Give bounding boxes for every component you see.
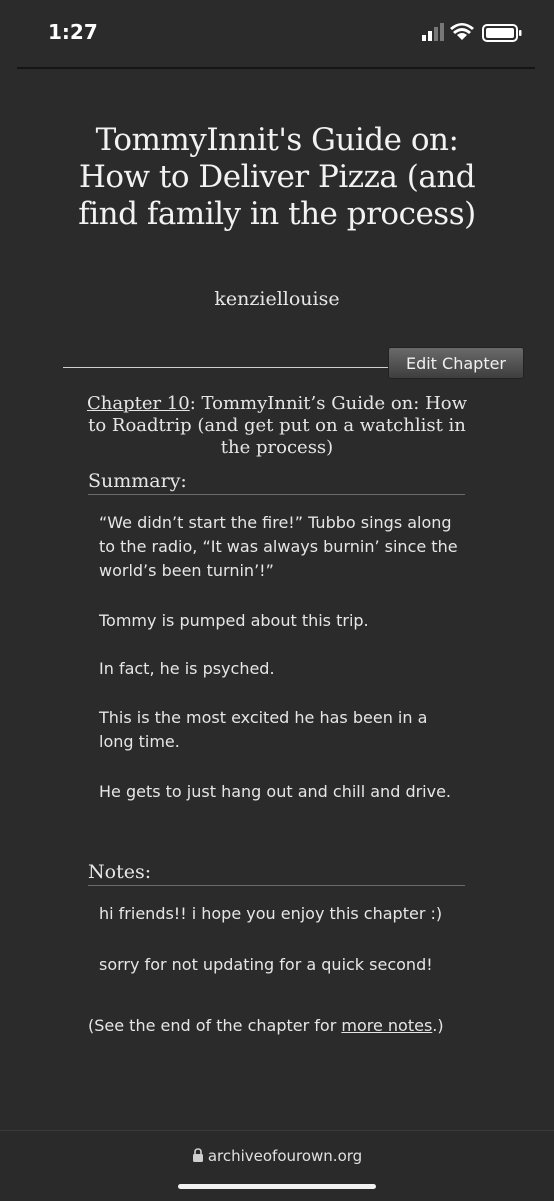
summary-paragraph: In fact, he is psyched.: [99, 659, 275, 678]
summary-paragraph: “We didn’t start the fire!” Tubbo sings …: [99, 513, 458, 580]
browser-address-bar[interactable]: [0, 1130, 554, 1201]
battery-icon: [482, 24, 522, 42]
url-text: archiveofourown.org: [207, 1147, 363, 1165]
lock-icon: [192, 1148, 203, 1162]
wifi-icon: [450, 23, 474, 40]
summary-heading: Summary:: [88, 470, 465, 495]
end-notes-suffix: .): [432, 1016, 444, 1035]
notes-line: hi friends!! i hope you enjoy this chapt…: [99, 904, 443, 923]
chapter-title: Chapter 10: TommyInnit’s Guide on: How t…: [82, 393, 472, 459]
url-display[interactable]: archiveofourown.org: [0, 1147, 554, 1165]
notes-line: sorry for not updating for a quick secon…: [99, 955, 433, 974]
notes-heading: Notes:: [88, 861, 465, 886]
summary-paragraph: Tommy is pumped about this trip.: [99, 611, 369, 630]
end-notes-prefix: (See the end of the chapter for: [88, 1016, 342, 1035]
signal-icon: [422, 23, 444, 41]
work-title: TommyInnit's Guide on: How to Deliver Pi…: [78, 122, 476, 232]
status-time: 1:27: [48, 20, 98, 44]
chapter-number-link[interactable]: Chapter 10: [87, 393, 190, 414]
header-divider: [17, 67, 535, 69]
divider: [63, 367, 388, 368]
end-notes-pointer: (See the end of the chapter for more not…: [88, 1014, 468, 1038]
status-icons: [422, 23, 522, 42]
work-author[interactable]: kenziellouise: [0, 288, 554, 310]
more-notes-link[interactable]: more notes: [341, 1016, 432, 1035]
status-bar: 1:27: [0, 0, 554, 68]
summary-paragraph: He gets to just hang out and chill and d…: [99, 782, 452, 801]
edit-chapter-button[interactable]: Edit Chapter: [388, 347, 524, 379]
summary-paragraph: This is the most excited he has been in …: [99, 708, 428, 751]
home-indicator[interactable]: [178, 1184, 376, 1189]
